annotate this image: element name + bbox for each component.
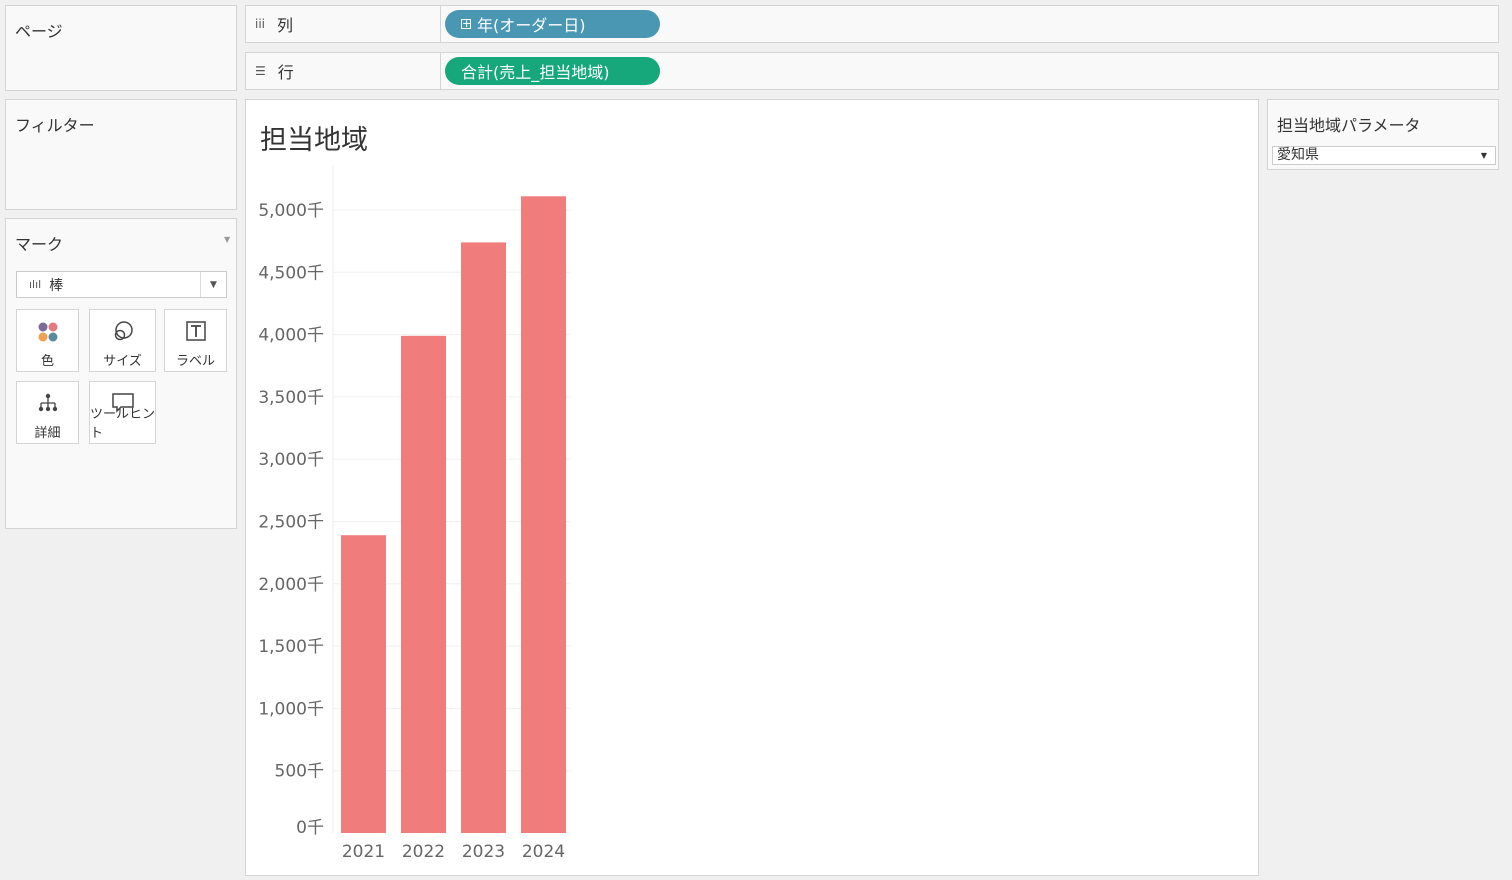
columns-shelf[interactable]: iii 列 + 年(オーダー日) — [245, 5, 1499, 43]
chart-view[interactable]: 担当地域 0千 500千 1,000千 1,500千 2,000千 2,500千 3,000… — [245, 99, 1259, 876]
y-tick-label: 4,500千 — [258, 263, 324, 283]
x-tick-label: 2022 — [402, 842, 445, 862]
label-button[interactable]: ラベル — [164, 309, 227, 372]
color-button[interactable]: 色 — [16, 309, 79, 372]
expand-plus-icon[interactable]: + — [461, 18, 471, 29]
rows-pill[interactable]: 合計(売上_担当地域) — [445, 57, 660, 85]
rows-shelf-label: ☰ 行 — [246, 53, 441, 89]
columns-icon: iii — [255, 17, 266, 31]
parameter-dropdown[interactable]: 愛知県 ▼ — [1272, 146, 1496, 165]
mark-type-dropdown[interactable]: ılıl 棒 ▼ — [16, 271, 227, 298]
marks-title: マーク — [15, 235, 64, 254]
filters-title: フィルター — [15, 116, 95, 135]
tooltip-button[interactable]: ツールヒント — [89, 381, 156, 444]
pages-title: ページ — [15, 22, 63, 41]
label-label: ラベル — [175, 354, 215, 369]
chevron-down-icon[interactable]: ▼ — [1481, 147, 1487, 164]
y-tick-label: 2,000千 — [258, 575, 324, 595]
bar-2024 — [521, 196, 566, 833]
y-tick-label: 5,000千 — [258, 201, 324, 221]
y-tick-label: 3,000千 — [258, 450, 324, 470]
parameter-card: 担当地域パラメータ 愛知県 ▼ — [1267, 99, 1499, 170]
bar-2023 — [461, 242, 506, 833]
pages-panel: ページ — [5, 5, 237, 91]
marks-panel: マーク ▼ ılıl 棒 ▼ 色 サイズ ラベル 詳細 ツールヒント — [5, 218, 237, 529]
columns-pill-label: 年(オーダー日) — [477, 16, 586, 35]
tooltip-icon — [111, 393, 134, 413]
chevron-down-icon[interactable]: ▼ — [200, 272, 226, 297]
columns-pill[interactable]: + 年(オーダー日) — [445, 10, 660, 38]
x-tick-label: 2024 — [522, 842, 565, 862]
rows-pill-label: 合計(売上_担当地域) — [461, 63, 610, 82]
columns-label: 列 — [277, 16, 294, 35]
detail-label: 詳細 — [34, 426, 61, 441]
mark-type-label: 棒 — [49, 277, 64, 294]
size-icon — [114, 321, 133, 341]
x-tick-label: 2021 — [342, 842, 385, 862]
columns-shelf-label: iii 列 — [246, 6, 441, 42]
rows-icon: ☰ — [255, 64, 266, 78]
size-label: サイズ — [103, 354, 142, 369]
y-tick-label: 500千 — [275, 762, 324, 782]
bar-2022 — [401, 335, 446, 833]
filters-panel[interactable]: フィルター — [5, 99, 237, 210]
y-tick-label: 1,500千 — [258, 637, 324, 657]
y-tick-label: 4,000千 — [258, 326, 324, 346]
detail-button[interactable]: 詳細 — [16, 381, 79, 444]
y-tick-label: 3,500千 — [258, 388, 324, 408]
bar-chart-icon: ılıl — [29, 278, 42, 291]
parameter-title: 担当地域パラメータ — [1277, 116, 1421, 135]
parameter-value: 愛知県 — [1277, 147, 1319, 163]
color-icon — [38, 322, 57, 342]
rows-shelf[interactable]: ☰ 行 合計(売上_担当地域) — [245, 52, 1499, 90]
detail-icon — [38, 393, 57, 412]
collapse-arrow-icon[interactable]: ▼ — [224, 235, 230, 244]
bar-2021 — [341, 535, 386, 833]
y-tick-label: 1,000千 — [258, 699, 324, 719]
rows-label: 行 — [277, 63, 294, 82]
label-icon — [185, 321, 206, 341]
color-label: 色 — [40, 354, 54, 369]
y-tick-label: 2,500千 — [258, 513, 324, 533]
x-tick-label: 2023 — [462, 842, 505, 862]
y-tick-label: 0千 — [296, 818, 324, 838]
size-button[interactable]: サイズ — [89, 309, 156, 372]
bar-chart[interactable]: 0千 500千 1,000千 1,500千 2,000千 2,500千 3,000千 3,50… — [246, 100, 1258, 875]
